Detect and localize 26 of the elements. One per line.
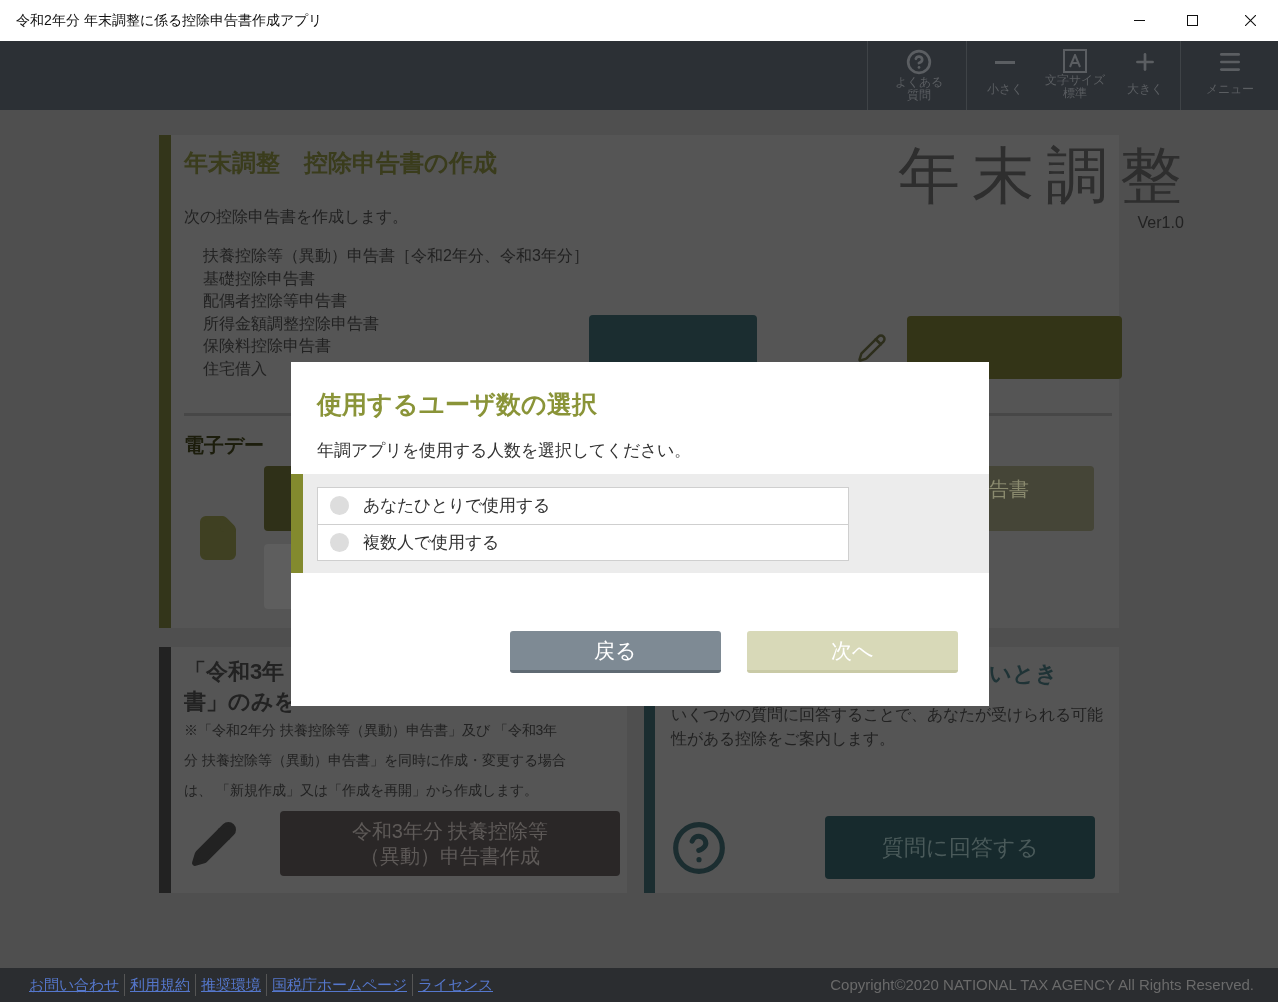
radio-option[interactable]: 複数人で使用する — [318, 523, 848, 560]
help-icon — [905, 49, 932, 75]
radio-icon — [330, 496, 349, 516]
pencil-icon — [856, 332, 887, 363]
section-title: 電子デー — [184, 433, 264, 458]
radio-icon — [330, 532, 349, 552]
maximize-icon — [1186, 15, 1198, 26]
pencil-icon — [190, 819, 238, 868]
footer-link[interactable]: ライセンス — [412, 973, 498, 997]
close-icon — [1244, 15, 1256, 26]
help-icon — [671, 819, 727, 876]
back-button[interactable]: 戻る — [510, 631, 721, 674]
footer-link[interactable]: 国税庁ホームページ — [266, 973, 412, 997]
radio-option[interactable]: あなたひとりで使用する — [318, 487, 848, 524]
footer-link[interactable]: 推奨環境 — [195, 973, 266, 997]
footer-link[interactable]: 利用規約 — [124, 973, 195, 997]
minimize-icon — [1133, 20, 1145, 21]
window-title: 令和2年分 年末調整に係る控除申告書作成アプリ — [16, 11, 322, 30]
dialog-instruction: 年調アプリを使用する人数を選択してください。 — [317, 439, 692, 461]
copyright-text: Copyright©2020 NATIONAL TAX AGENCY All Rights Reserved. — [830, 974, 1254, 995]
dialog-title: 使用するユーザ数の選択 — [317, 389, 598, 420]
footer-link[interactable]: お問い合わせ — [24, 973, 124, 997]
card-title: 年末調整 控除申告書の作成 — [184, 148, 498, 178]
form-button[interactable]: 告書 — [989, 466, 1094, 531]
letter-box-icon — [1063, 49, 1087, 73]
minus-icon — [995, 60, 1015, 64]
